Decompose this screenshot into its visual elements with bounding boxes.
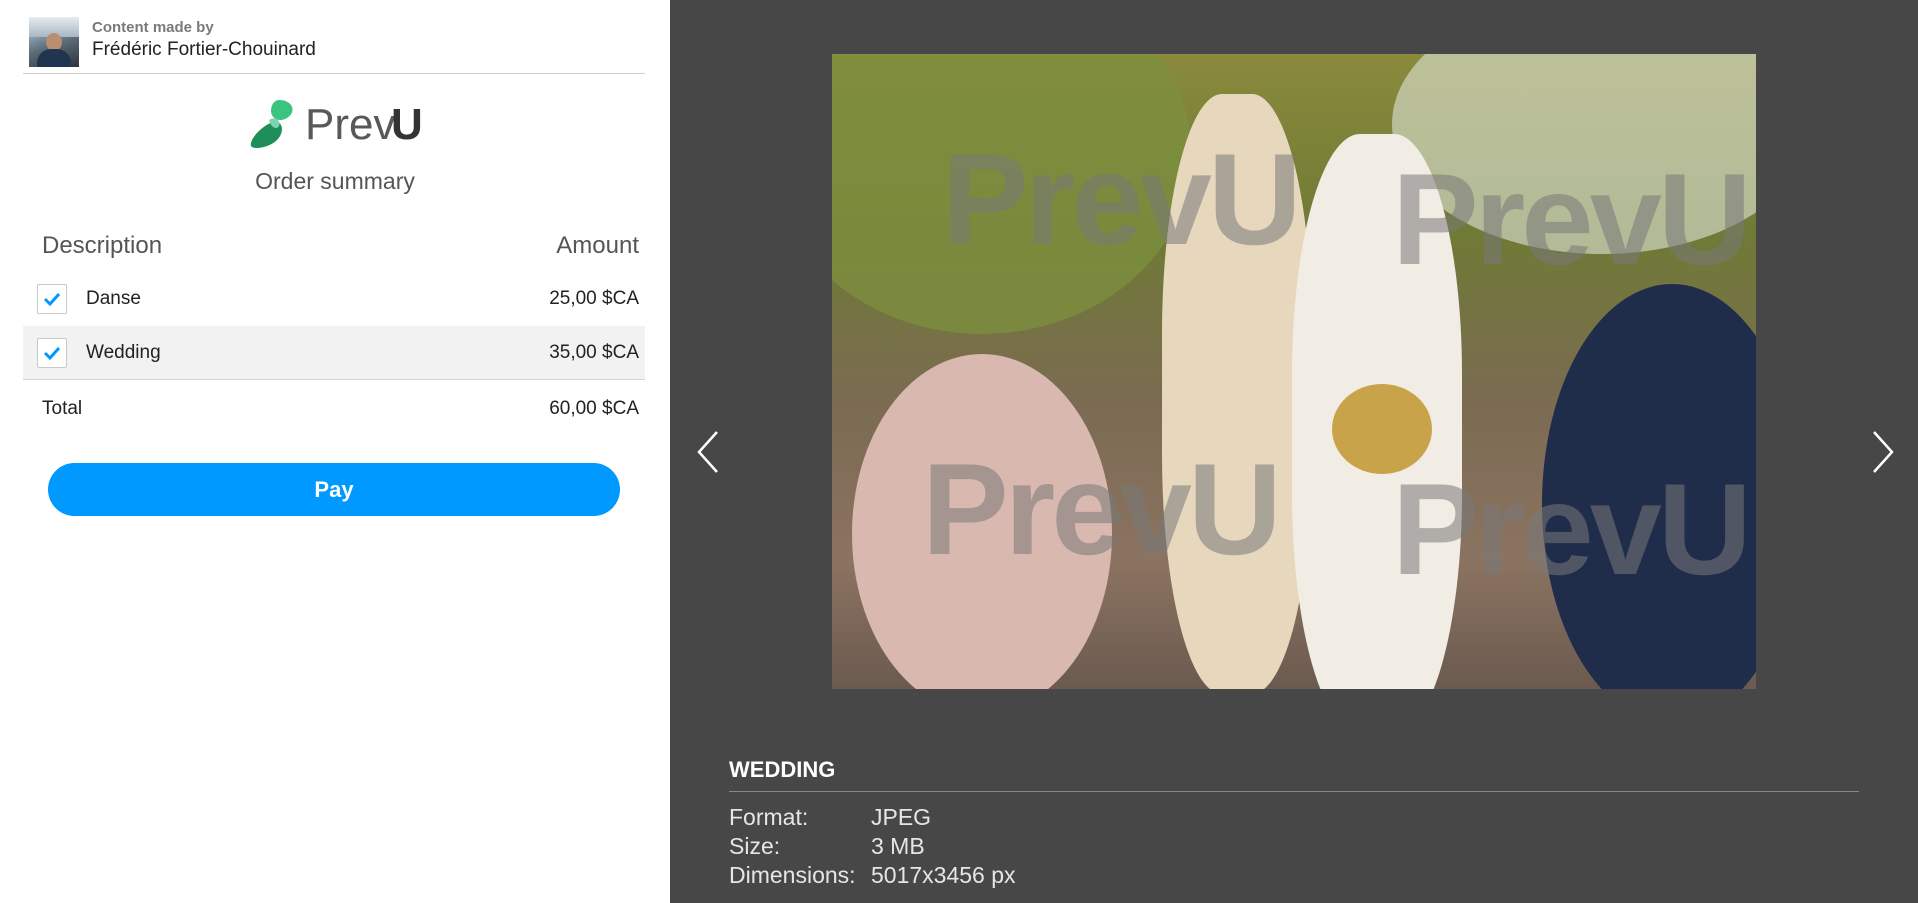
- wedding-checkbox[interactable]: [37, 338, 67, 368]
- order-summary-title: Order summary: [255, 168, 415, 194]
- description-column-header: Description: [42, 232, 163, 259]
- item-amount: 35,00 $CA: [549, 342, 639, 363]
- creator-name: Frédéric Fortier-Chouinard: [92, 39, 316, 60]
- order-item-row: Wedding 35,00 $CA: [23, 326, 645, 380]
- order-panel: Content made by Frédéric Fortier-Chouina…: [0, 0, 670, 903]
- watermark-text: PrevU: [922, 436, 1282, 582]
- total-amount: 60,00 $CA: [549, 398, 639, 419]
- watermark-text: PrevU: [1392, 146, 1752, 292]
- checkmark-icon: [43, 292, 61, 307]
- metadata-value: 5017x3456 px: [871, 862, 1016, 888]
- image-title: WEDDING: [729, 757, 1859, 792]
- metadata-row: Size: 3 MB: [729, 833, 1859, 862]
- metadata-row: Dimensions: 5017x3456 px: [729, 862, 1859, 891]
- order-total-row: Total 60,00 $CA: [23, 380, 645, 434]
- wedding-photo: PrevU PrevU PrevU PrevU: [832, 54, 1756, 689]
- metadata-key: Dimensions:: [729, 862, 856, 888]
- logo-text-u: U: [391, 100, 423, 149]
- chevron-right-icon: [1873, 431, 1894, 473]
- image-metadata: Format: JPEG Size: 3 MB Dimensions: 5017…: [729, 804, 1859, 891]
- pay-button[interactable]: Pay: [48, 463, 620, 516]
- metadata-row: Format: JPEG: [729, 804, 1859, 833]
- chevron-left-icon: [697, 431, 718, 473]
- content-made-by-label: Content made by: [92, 19, 214, 36]
- checkmark-icon: [43, 346, 61, 361]
- item-label: Wedding: [86, 342, 161, 363]
- logo-text-prev: Prev: [305, 100, 396, 149]
- item-amount: 25,00 $CA: [549, 288, 639, 309]
- metadata-value: 3 MB: [871, 833, 925, 859]
- image-caption: WEDDING Format: JPEG Size: 3 MB Dimensio…: [729, 757, 1859, 891]
- item-label: Danse: [86, 288, 141, 309]
- metadata-value: JPEG: [871, 804, 932, 830]
- amount-column-header: Amount: [556, 232, 639, 259]
- next-image-button[interactable]: [1868, 428, 1898, 476]
- prevu-logo: Prev U: [249, 98, 429, 150]
- prevu-logo-icon: [250, 100, 293, 148]
- metadata-key: Size:: [729, 833, 781, 859]
- danse-checkbox[interactable]: [37, 284, 67, 314]
- order-table: Description Amount Danse 25,00 $CA Weddi…: [23, 222, 645, 434]
- creator-header: Content made by Frédéric Fortier-Chouina…: [23, 0, 645, 74]
- metadata-key: Format:: [729, 804, 809, 830]
- order-item-row: Danse 25,00 $CA: [23, 272, 645, 326]
- watermark-text: PrevU: [1392, 456, 1752, 602]
- order-table-header: Description Amount: [23, 222, 645, 272]
- creator-avatar: [29, 17, 79, 67]
- previous-image-button[interactable]: [693, 428, 723, 476]
- watermark-text: PrevU: [942, 126, 1302, 272]
- total-label: Total: [42, 398, 83, 419]
